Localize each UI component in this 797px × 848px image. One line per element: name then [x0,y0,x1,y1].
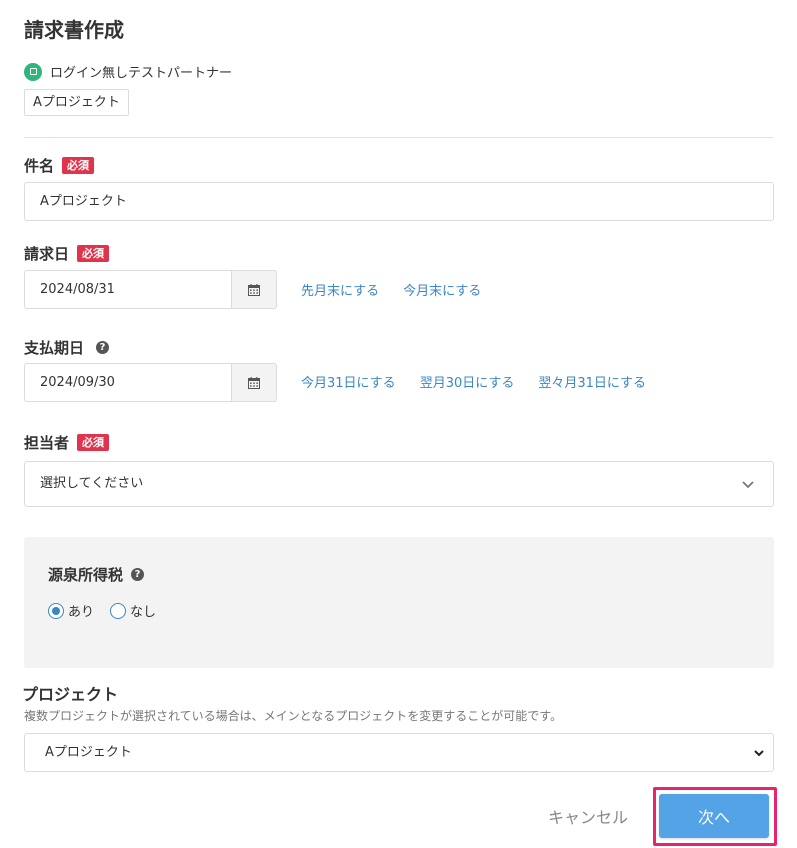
withholding-label: 源泉所得税 ? [48,564,145,585]
month-after-next-31-link[interactable]: 翌々月31日にする [538,372,646,391]
cancel-button[interactable]: キャンセル [548,804,628,828]
assignee-label: 担当者 必須 [24,432,110,453]
next-month-30-link[interactable]: 翌月30日にする [420,372,515,391]
subject-input[interactable]: Aプロジェクト [24,182,774,221]
due-date-calendar-button[interactable] [231,363,277,402]
help-icon[interactable]: ? [96,341,110,354]
due-date-quick-links: 今月31日にする 翌月30日にする 翌々月31日にする [301,372,646,391]
withholding-no-label: なし [130,605,157,620]
due-date-label: 支払期日 ? [24,337,110,358]
invoice-date-label-text: 請求日 [24,245,70,263]
invoice-date-quick-links: 先月末にする 今月末にする [301,280,481,299]
chevron-down-icon [742,481,754,489]
subject-label: 件名 必須 [24,155,95,176]
calendar-icon [248,376,260,389]
partner-row: ログイン無しテストパートナー [24,62,232,81]
invoice-date-group: 2024/08/31 [24,270,277,309]
page-title: 請求書作成 [24,18,124,42]
calendar-icon [248,283,260,296]
subject-label-text: 件名 [24,157,55,175]
withholding-yes-radio[interactable]: あり [48,601,94,620]
radio-checked-icon [48,602,64,619]
required-badge: 必須 [62,157,95,174]
project-selected-value: Aプロジェクト [45,745,132,760]
due-date-input[interactable]: 2024/09/30 [24,363,231,402]
project-help-text: 複数プロジェクトが選択されている場合は、メインとなるプロジェクトを変更することが… [24,709,563,723]
required-badge: 必須 [77,245,110,262]
assignee-select[interactable]: 選択してください [24,461,774,507]
this-month-31-link[interactable]: 今月31日にする [301,372,396,391]
partner-name: ログイン無しテストパートナー [50,66,233,81]
project-label: プロジェクト [22,685,119,704]
withholding-tax-panel: 源泉所得税 ? あり なし [24,537,774,668]
invoice-date-input[interactable]: 2024/08/31 [24,270,231,309]
radio-unchecked-icon [110,602,127,619]
due-date-group: 2024/09/30 [24,363,277,402]
help-icon[interactable]: ? [131,568,145,581]
last-month-end-link[interactable]: 先月末にする [301,280,379,299]
assignee-label-text: 担当者 [24,434,70,452]
due-date-label-text: 支払期日 [24,339,85,357]
chevron-down-icon [754,750,764,757]
withholding-label-text: 源泉所得税 [48,566,124,584]
invoice-date-calendar-button[interactable] [231,270,277,309]
invoice-date-label: 請求日 必須 [24,243,110,264]
withholding-no-radio[interactable]: なし [110,601,156,620]
divider [24,137,773,138]
project-select[interactable]: Aプロジェクト [24,733,774,772]
this-month-end-link[interactable]: 今月末にする [403,280,481,299]
project-tag: Aプロジェクト [24,89,129,116]
withholding-radio-group: あり なし [48,601,156,620]
partner-icon [24,62,42,81]
withholding-yes-label: あり [68,605,95,620]
required-badge: 必須 [77,434,110,451]
assignee-placeholder: 選択してください [40,476,144,491]
next-button[interactable]: 次へ [659,794,769,838]
